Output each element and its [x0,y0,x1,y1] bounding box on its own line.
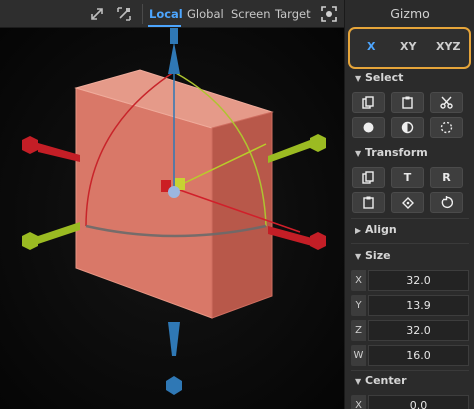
circle-filled-icon [363,122,374,133]
rotate-reset-icon [402,197,414,209]
cut-icon [440,96,453,109]
dotted-circle-icon [440,121,453,134]
size-section-header[interactable]: ▼ Size [355,249,391,262]
transform-paste-button[interactable] [352,192,385,213]
collapse-caret-icon: ▼ [355,74,362,83]
panel-divider [351,370,469,371]
3d-viewport[interactable] [0,28,344,409]
transform-undo-rotate-button[interactable] [430,192,463,213]
axis-constraint-group: X XY XYZ [348,27,471,69]
panel-divider [351,243,469,244]
size-w-input[interactable]: 16.0 [368,345,469,366]
center-x-row: X 0.0 [351,395,469,409]
size-y-label: Y [351,295,366,316]
size-w-label: W [351,345,366,366]
box-side-face[interactable] [211,111,273,319]
size-y-row: Y 13.9 [351,295,469,316]
center-section-header[interactable]: ▼ Center [355,374,407,387]
align-section-header[interactable]: ▶ Align [355,223,397,236]
pivot-center [168,186,180,198]
paste-icon [363,196,374,209]
tab-global[interactable]: Global [187,7,224,21]
tab-target[interactable]: Target [275,7,311,21]
transform-copy-button[interactable] [352,167,385,188]
size-x-row: X 32.0 [351,270,469,291]
collapse-caret-icon: ▼ [355,149,362,158]
center-x-label: X [351,395,366,409]
select-none-button[interactable] [430,117,463,138]
collapse-caret-icon: ▼ [355,252,362,261]
select-invert-button[interactable] [391,117,424,138]
center-x-input[interactable]: 0.0 [368,395,469,409]
size-z-input[interactable]: 32.0 [368,320,469,341]
undo-rotate-icon [441,196,454,209]
axis-button-xyz[interactable]: XYZ [436,40,460,53]
center-section-label: Center [365,374,407,387]
panel-divider [351,218,469,219]
select-section-label: Select [365,71,404,84]
axis-handle-z-up-cap [170,28,178,44]
transform-translate-button[interactable]: T [391,167,424,188]
viewport-toolbar: Local Global Screen Target [0,0,344,28]
transform-rotate-reset-button[interactable] [391,192,424,213]
toolbar-divider [142,4,143,24]
frame-target-icon[interactable] [320,5,338,23]
panel-title: Gizmo [390,6,430,21]
size-y-input[interactable]: 13.9 [368,295,469,316]
transform-section-header[interactable]: ▼ Transform [355,146,428,159]
expand-caret-icon: ▶ [355,226,362,235]
collapse-caret-icon: ▼ [355,377,362,386]
select-cut-button[interactable] [430,92,463,113]
paste-icon [402,96,413,109]
size-section-label: Size [365,249,391,262]
transform-section-label: Transform [365,146,428,159]
align-section-label: Align [365,223,397,236]
copy-icon [362,171,374,184]
scene-canvas[interactable] [0,28,344,409]
expand-icon[interactable] [88,5,106,23]
select-section-header[interactable]: ▼ Select [355,71,403,84]
tab-local[interactable]: Local [149,7,183,21]
copy-icon [362,96,374,109]
axis-button-x[interactable]: X [367,40,375,53]
gizmo-panel: Gizmo X XY XYZ ▼Select ▼Transform T R [344,0,474,409]
size-w-row: W 16.0 [351,345,469,366]
size-z-label: Z [351,320,366,341]
half-circle-icon [401,121,414,134]
axis-button-xy[interactable]: XY [400,40,416,53]
size-x-label: X [351,270,366,291]
size-z-row: Z 32.0 [351,320,469,341]
transform-rotate-button[interactable]: R [430,167,463,188]
select-paste-button[interactable] [391,92,424,113]
size-x-input[interactable]: 32.0 [368,270,469,291]
tab-screen[interactable]: Screen [231,7,271,21]
select-all-button[interactable] [352,117,385,138]
active-tab-indicator [148,25,181,27]
select-copy-button[interactable] [352,92,385,113]
transform-mode-icon[interactable] [115,5,133,23]
